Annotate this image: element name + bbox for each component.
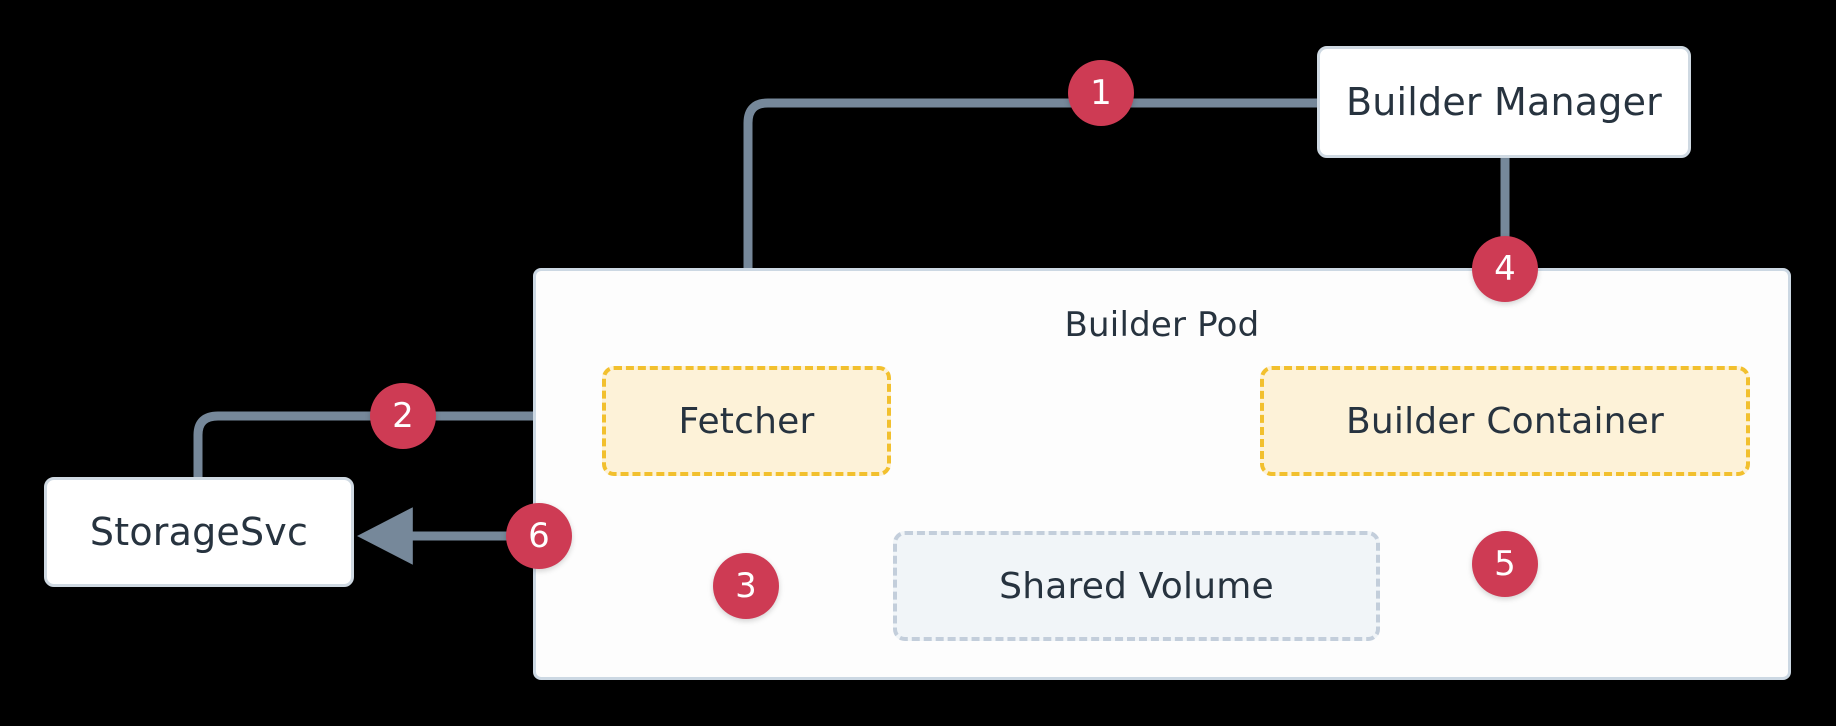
fetcher-node[interactable]: Fetcher bbox=[602, 366, 891, 476]
step-badge-1-number: 1 bbox=[1090, 73, 1112, 113]
builder-container-label: Builder Container bbox=[1345, 400, 1665, 442]
step-badge-4[interactable]: 4 bbox=[1472, 236, 1538, 302]
builder-manager-node[interactable]: Builder Manager bbox=[1317, 46, 1691, 158]
storage-svc-node[interactable]: StorageSvc bbox=[44, 477, 354, 587]
shared-volume-label: Shared Volume bbox=[999, 565, 1274, 607]
step-badge-1[interactable]: 1 bbox=[1068, 60, 1134, 126]
step-badge-4-number: 4 bbox=[1494, 249, 1516, 289]
step-badge-5-number: 5 bbox=[1494, 544, 1516, 584]
step-badge-3-number: 3 bbox=[735, 566, 757, 606]
fetcher-label: Fetcher bbox=[678, 400, 815, 442]
builder-manager-label: Builder Manager bbox=[1345, 80, 1663, 124]
storage-svc-label: StorageSvc bbox=[89, 510, 309, 554]
step-badge-2[interactable]: 2 bbox=[370, 383, 436, 449]
shared-volume-node[interactable]: Shared Volume bbox=[893, 531, 1380, 641]
step-badge-2-number: 2 bbox=[392, 396, 414, 436]
step-badge-3[interactable]: 3 bbox=[713, 553, 779, 619]
builder-container-node[interactable]: Builder Container bbox=[1260, 366, 1750, 476]
step-badge-6-number: 6 bbox=[528, 516, 550, 556]
step-badge-5[interactable]: 5 bbox=[1472, 531, 1538, 597]
builder-pod-label: Builder Pod bbox=[1064, 305, 1260, 345]
diagram-canvas: Builder Pod Builder Manager StorageSvc F… bbox=[0, 0, 1836, 726]
step-badge-6[interactable]: 6 bbox=[506, 503, 572, 569]
